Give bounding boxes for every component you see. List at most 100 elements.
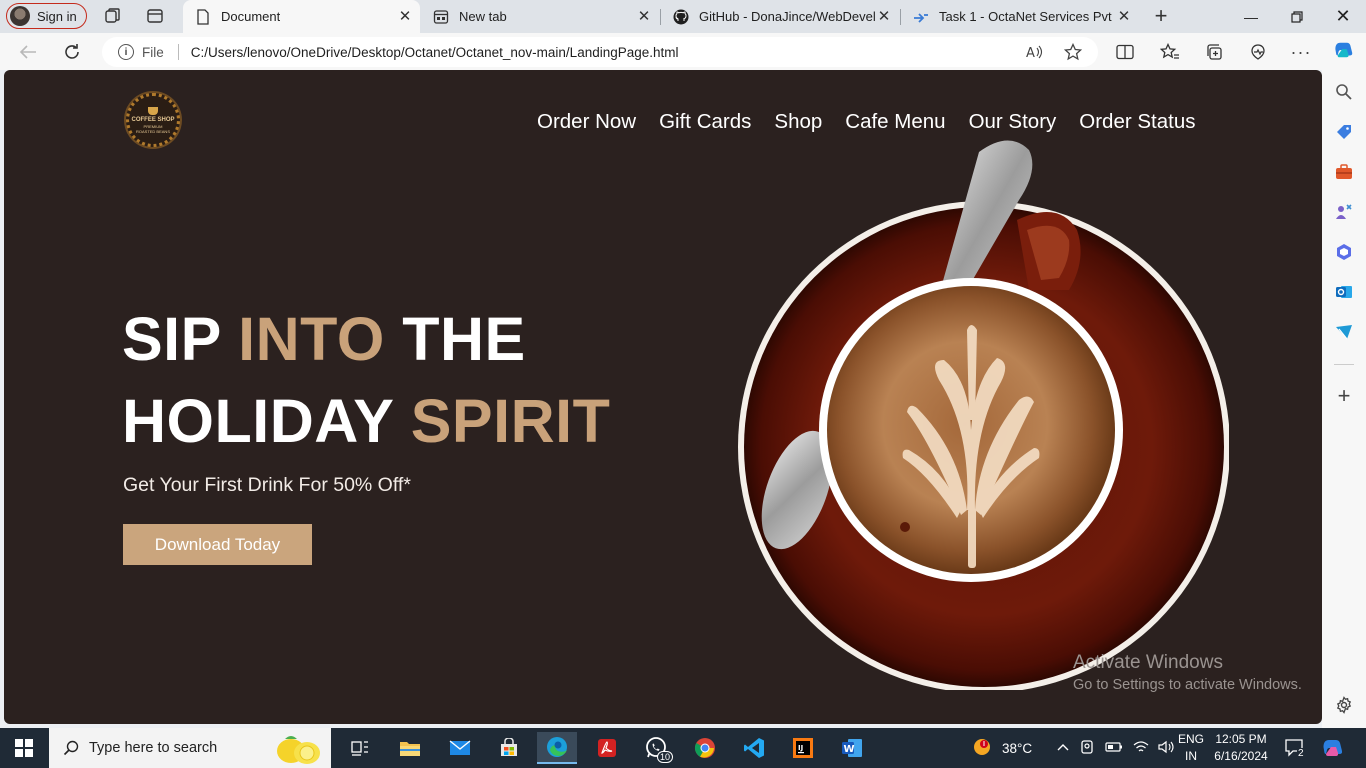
search-placeholder: Type here to search [89,740,218,756]
logo-subtext: ROASTED BEANS [135,128,170,134]
send-icon[interactable] [1334,322,1354,342]
file-explorer-icon[interactable] [390,732,430,764]
volume-icon[interactable] [1158,740,1176,757]
activate-windows-watermark: Activate Windows Go to Settings to activ… [1073,652,1302,693]
collections-icon[interactable] [1202,40,1226,64]
close-tab-icon[interactable]: ✕ [637,8,651,25]
weather-widget[interactable]: 38°C [970,728,1032,768]
start-button[interactable] [0,728,48,768]
mail-icon[interactable] [440,732,480,764]
whatsapp-icon[interactable]: 10 [636,732,676,764]
hero-title: SIP INTO THE HOLIDAY SPIRIT [122,298,610,462]
games-icon[interactable] [1334,202,1354,222]
svg-text:A: A [1026,46,1035,60]
browser-essentials-icon[interactable] [1246,40,1270,64]
favorite-star-icon[interactable] [1061,40,1085,64]
site-info-icon[interactable]: i [118,44,134,60]
search-icon[interactable] [1334,82,1354,102]
avatar [10,6,30,26]
url-text[interactable]: C:/Users/lenovo/OneDrive/Desktop/Octanet… [191,45,679,60]
split-screen-icon[interactable] [1113,40,1137,64]
copilot-icon[interactable] [1334,40,1354,60]
tab-new-tab[interactable]: New tab ✕ [421,0,659,33]
copilot-taskbar-icon[interactable] [1322,728,1344,768]
close-tab-icon[interactable]: ✕ [398,8,412,25]
edge-sidebar: + [1322,33,1366,728]
settings-gear-icon[interactable] [1334,695,1354,715]
wifi-icon[interactable] [1133,740,1149,757]
octanet-icon [913,9,929,25]
close-tab-icon[interactable]: ✕ [877,8,891,25]
hero-accent-text: INTO [238,305,385,373]
word-icon[interactable]: W [832,732,872,764]
clock-date: 6/16/2024 [1214,749,1268,763]
microsoft-365-icon[interactable] [1334,242,1354,262]
nav-order-now[interactable]: Order Now [537,110,636,134]
watermark-title: Activate Windows [1073,652,1223,673]
vertical-tabs-icon[interactable] [145,6,165,26]
tab-label: Document [221,9,281,24]
input-language[interactable]: ENG IN [1178,728,1204,768]
minimize-button[interactable]: — [1228,0,1274,33]
chevron-up-icon[interactable] [1056,741,1070,755]
temperature-text: 38°C [1002,740,1033,756]
profile-signin-button[interactable]: Sign in [6,3,87,29]
new-tab-icon [433,9,449,25]
close-window-button[interactable]: ✕ [1320,0,1366,33]
back-arrow-icon[interactable] [16,40,40,64]
logo-text: COFFEE SHOP [131,116,175,123]
taskbar-search-box[interactable]: Type here to search [49,728,331,768]
github-icon [673,9,689,25]
lemons-icon [277,736,320,764]
workspaces-icon[interactable] [103,6,123,26]
microsoft-store-icon[interactable] [489,732,529,764]
browser-tab-strip: Sign in Document ✕ New tab ✕ GitHub - Do… [0,0,1366,33]
tab-label: GitHub - DonaJince/WebDevelop [699,9,875,24]
clock[interactable]: 12:05 PM 6/16/2024 [1208,731,1274,765]
jetbrains-icon[interactable]: IJ [783,732,823,764]
meet-now-icon[interactable] [1080,739,1096,757]
chrome-icon[interactable] [685,732,725,764]
hero-accent-text: SPIRIT [410,387,611,455]
sidebar-divider [1334,364,1354,365]
document-icon [195,8,211,25]
battery-icon[interactable] [1105,741,1123,756]
download-today-button[interactable]: Download Today [123,524,312,565]
coffee-shop-logo[interactable]: COFFEE SHOP PREMIUM ROASTED BEANS [126,93,180,147]
more-options-icon[interactable]: ··· [1289,40,1313,64]
notification-count: 2 [1297,747,1305,759]
acrobat-icon[interactable] [587,732,627,764]
restore-button[interactable] [1274,0,1320,33]
read-aloud-icon[interactable]: A [1022,40,1046,64]
weather-sun-icon [974,739,990,755]
refresh-icon[interactable] [60,40,84,64]
system-tray [1056,728,1176,768]
landing-page: COFFEE SHOP PREMIUM ROASTED BEANS Order … [4,70,1322,724]
hero-text: THE [384,305,526,373]
shopping-tag-icon[interactable] [1334,122,1354,142]
outlook-icon[interactable] [1334,282,1354,302]
tools-briefcase-icon[interactable] [1334,162,1354,182]
coffee-cup-image [738,140,1229,690]
tab-github[interactable]: GitHub - DonaJince/WebDevelop ✕ [661,0,899,33]
close-tab-icon[interactable]: ✕ [1117,8,1131,25]
new-tab-button[interactable]: + [1151,3,1171,28]
favorites-icon[interactable] [1158,40,1182,64]
address-divider [177,44,179,60]
hero-text: HOLIDAY [122,387,411,455]
notification-badge: 10 [656,751,673,763]
add-sidebar-app-icon[interactable]: + [1334,383,1354,408]
tab-task-1[interactable]: Task 1 - OctaNet Services Pvt Ltd ✕ [901,0,1139,33]
edge-browser-icon[interactable] [537,732,577,764]
svg-text:W: W [844,744,855,755]
browser-toolbar: i File C:/Users/lenovo/OneDrive/Desktop/… [0,33,1322,70]
notifications-button[interactable]: 2 [1284,728,1305,768]
clock-time: 12:05 PM [1215,732,1267,746]
task-view-icon[interactable] [340,732,380,764]
language-line1: ENG [1178,732,1205,746]
hero-text: SIP [122,305,239,373]
search-icon [63,740,79,756]
address-bar[interactable]: i File C:/Users/lenovo/OneDrive/Desktop/… [102,37,1098,67]
vscode-icon[interactable] [734,732,774,764]
tab-document[interactable]: Document ✕ [183,0,420,33]
